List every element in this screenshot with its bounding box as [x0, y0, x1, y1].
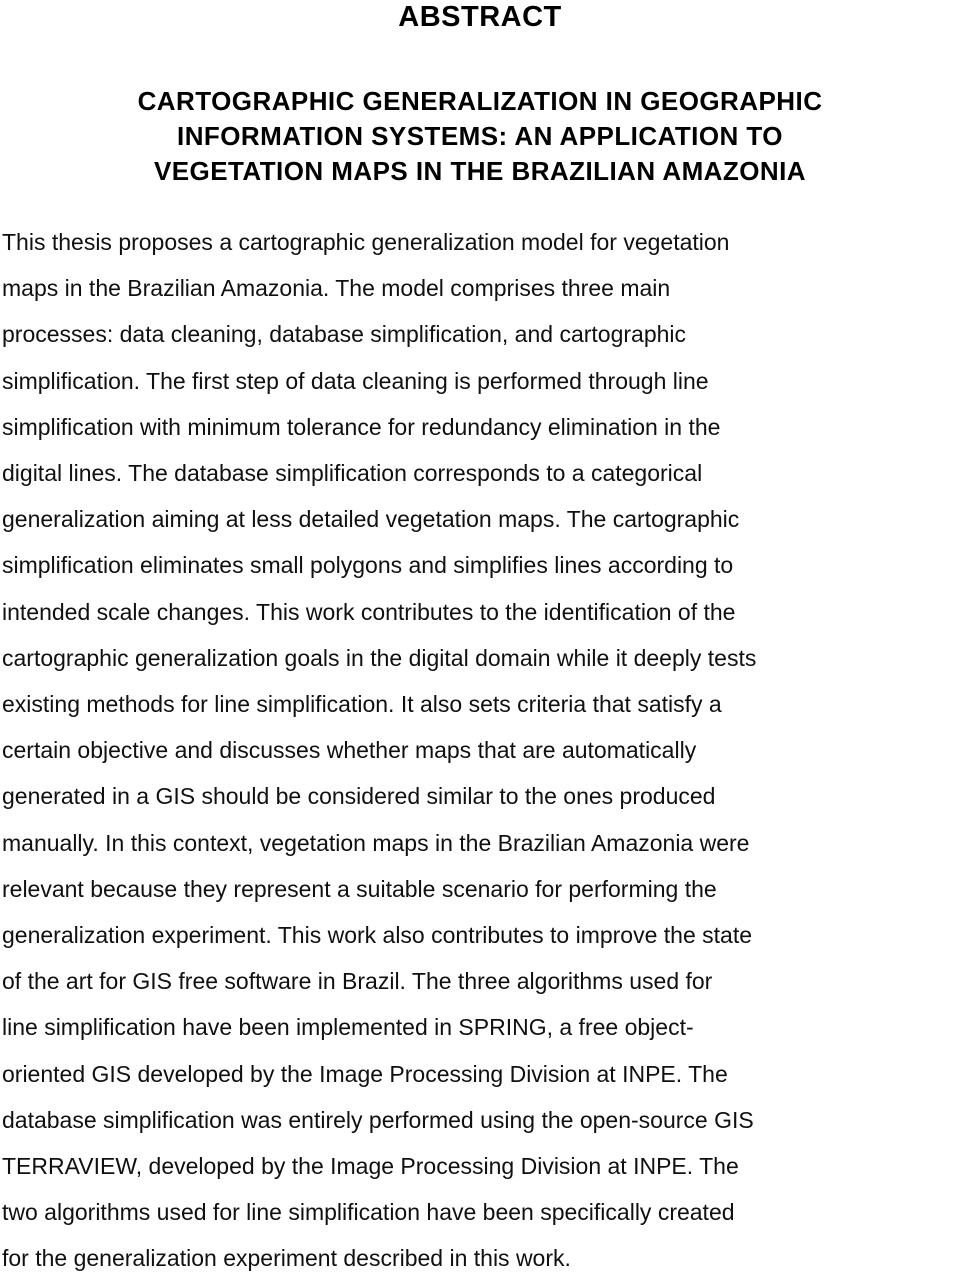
thesis-title: CARTOGRAPHIC GENERALIZATION IN GEOGRAPHI… — [34, 84, 926, 189]
abstract-line: of the art for GIS free software in Braz… — [2, 968, 713, 995]
abstract-line: processes: data cleaning, database simpl… — [2, 321, 687, 348]
thesis-title-line-2: INFORMATION SYSTEMS: AN APPLICATION TO — [177, 121, 783, 151]
abstract-page: ABSTRACT CARTOGRAPHIC GENERALIZATION IN … — [0, 0, 960, 1280]
abstract-line: relevant because they represent a suitab… — [2, 875, 717, 902]
abstract-line: simplification. The first step of data c… — [2, 367, 709, 394]
abstract-line: manually. In this context, vegetation ma… — [2, 829, 750, 856]
abstract-line: maps in the Brazilian Amazonia. The mode… — [2, 275, 671, 302]
abstract-line: existing methods for line simplification… — [2, 691, 722, 718]
abstract-line: TERRAVIEW, developed by the Image Proces… — [2, 1153, 739, 1180]
abstract-line: digital lines. The database simplificati… — [2, 460, 703, 487]
abstract-line: two algorithms used for line simplificat… — [2, 1199, 735, 1226]
abstract-line: oriented GIS developed by the Image Proc… — [2, 1060, 728, 1087]
abstract-line: database simplification was entirely per… — [2, 1106, 754, 1133]
thesis-title-line-3: VEGETATION MAPS IN THE BRAZILIAN AMAZONI… — [153, 156, 807, 186]
page-title: ABSTRACT — [398, 1, 562, 33]
abstract-line: intended scale changes. This work contri… — [2, 598, 736, 625]
abstract-body: This thesis proposes a cartographic gene… — [2, 219, 958, 1282]
abstract-line: simplification eliminates small polygons… — [2, 552, 734, 579]
abstract-line: This thesis proposes a cartographic gene… — [2, 229, 730, 255]
abstract-line: generalization aiming at less detailed v… — [2, 506, 740, 533]
thesis-title-line-1: CARTOGRAPHIC GENERALIZATION IN GEOGRAPHI… — [137, 86, 823, 116]
abstract-line: line simplification have been implemente… — [2, 1014, 694, 1041]
abstract-line: generated in a GIS should be considered … — [2, 783, 716, 810]
abstract-line: certain objective and discusses whether … — [2, 737, 697, 764]
abstract-line: cartographic generalization goals in the… — [2, 644, 757, 671]
abstract-line: simplification with minimum tolerance fo… — [2, 413, 721, 440]
abstract-line: for the generalization experiment descri… — [2, 1245, 571, 1272]
abstract-line: generalization experiment. This work als… — [2, 922, 753, 949]
